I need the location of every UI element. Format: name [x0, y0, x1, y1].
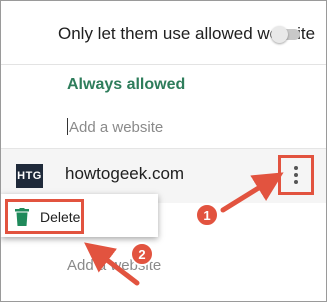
text-cursor: [67, 118, 68, 135]
more-options-button[interactable]: [278, 155, 314, 195]
delete-menu-item[interactable]: Delete: [5, 199, 84, 234]
section-heading-always-allowed: Always allowed: [67, 76, 186, 93]
add-website-input[interactable]: Add a website: [67, 118, 163, 136]
add-website-placeholder: Add a website: [69, 119, 164, 136]
toggle-knob[interactable]: [271, 26, 288, 43]
add-website-input-secondary[interactable]: Add a website: [67, 257, 161, 274]
allowed-sites-toggle[interactable]: [271, 26, 300, 43]
trash-icon: [15, 208, 29, 226]
site-domain: howtogeek.com: [65, 164, 185, 183]
screen-frame: Only let them use allowed website Always…: [0, 0, 327, 302]
site-favicon: HTG: [16, 164, 43, 188]
allowed-sites-toggle-row[interactable]: Only let them use allowed website: [1, 1, 326, 65]
delete-label: Delete: [40, 209, 81, 225]
step-1-number: 1: [203, 208, 210, 223]
step-1-badge: [195, 203, 219, 227]
more-vert-icon: [294, 166, 299, 186]
